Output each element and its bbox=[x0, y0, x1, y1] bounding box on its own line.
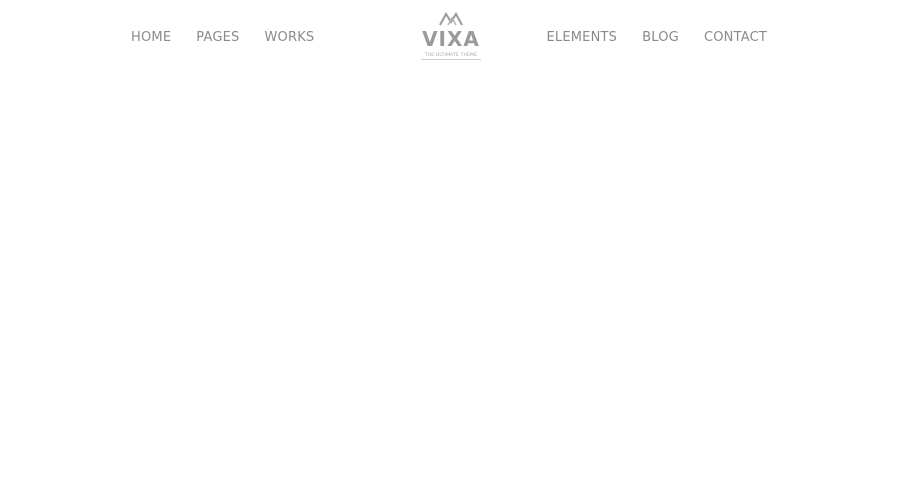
nav-item-contact: CONTACT bbox=[704, 30, 767, 46]
nav-item-works: WORKS bbox=[264, 30, 314, 46]
mountain-icon bbox=[439, 12, 463, 26]
nav-link-contact[interactable]: CONTACT bbox=[704, 30, 767, 46]
nav-item-pages: PAGES bbox=[196, 30, 239, 46]
page-content-area bbox=[0, 80, 900, 500]
primary-nav-left: HOME PAGES WORKS bbox=[131, 30, 314, 46]
nav-link-elements[interactable]: ELEMENTS bbox=[547, 30, 618, 46]
site-header: HOME PAGES WORKS VIXA THE ULTIMATE THEME… bbox=[0, 0, 900, 80]
primary-nav-right: ELEMENTS BLOG CONTACT bbox=[547, 30, 768, 46]
nav-item-home: HOME bbox=[131, 30, 171, 46]
logo-tagline: THE ULTIMATE THEME bbox=[421, 52, 481, 60]
site-logo[interactable]: VIXA THE ULTIMATE THEME bbox=[421, 12, 481, 66]
logo-wordmark: VIXA bbox=[422, 27, 480, 51]
nav-item-elements: ELEMENTS bbox=[547, 30, 618, 46]
nav-link-pages[interactable]: PAGES bbox=[196, 30, 239, 46]
nav-link-works[interactable]: WORKS bbox=[264, 30, 314, 46]
nav-link-blog[interactable]: BLOG bbox=[642, 30, 679, 46]
nav-item-blog: BLOG bbox=[642, 30, 679, 46]
nav-link-home[interactable]: HOME bbox=[131, 30, 171, 46]
